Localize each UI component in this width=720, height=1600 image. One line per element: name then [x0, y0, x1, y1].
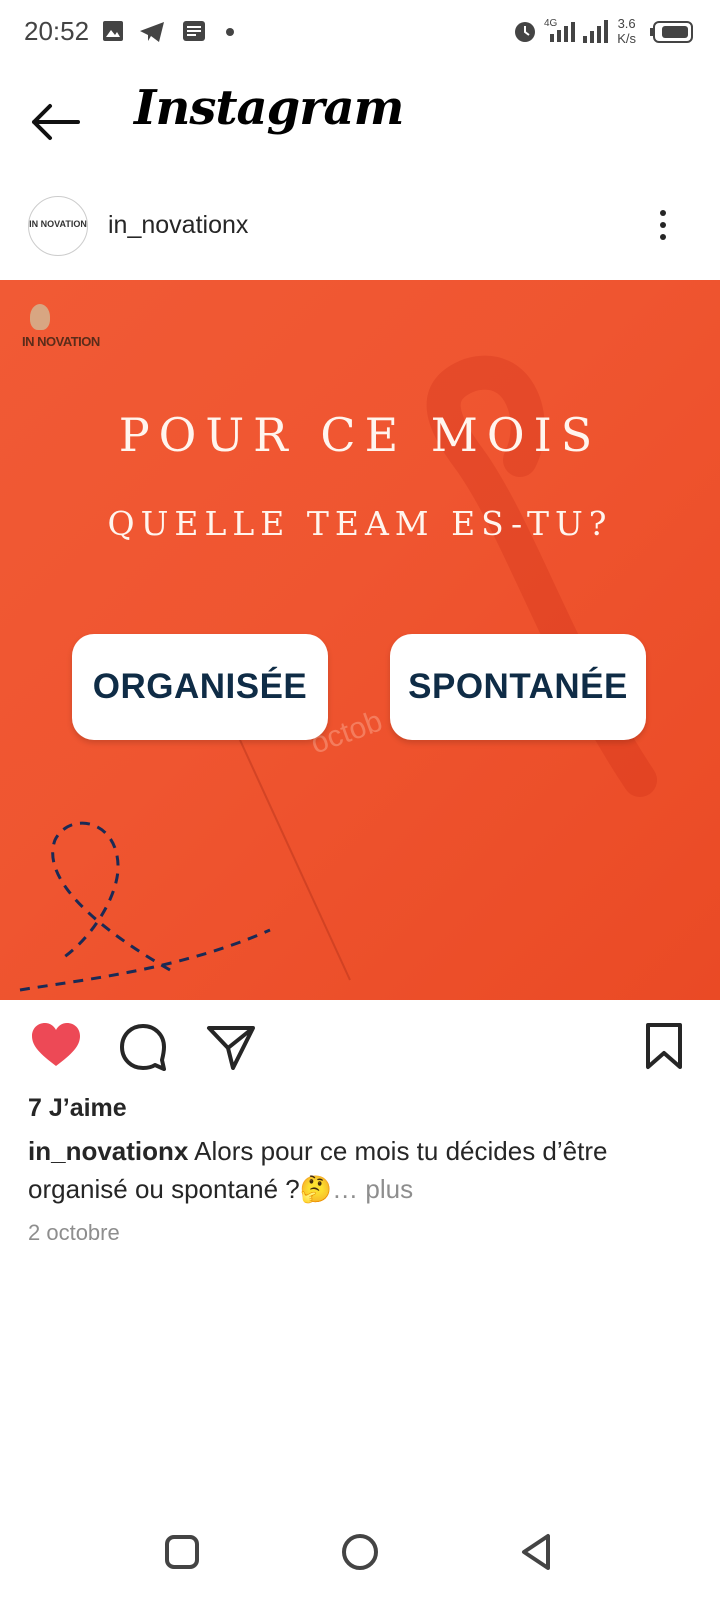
likes-count[interactable]: 7 J’aime	[28, 1094, 127, 1123]
signal-4g-icon: 4G	[544, 18, 575, 42]
app-title: Instagram	[134, 80, 404, 136]
svg-text:4G: 4G	[544, 18, 558, 29]
like-heart-icon[interactable]	[30, 1022, 82, 1068]
status-bar: 20:52 4G 3.6 K/s	[0, 0, 720, 64]
back-button[interactable]	[28, 98, 84, 146]
home-nav-icon[interactable]	[338, 1530, 382, 1574]
alarm-icon	[515, 22, 535, 42]
message-icon	[183, 21, 205, 41]
more-options-icon[interactable]	[648, 206, 678, 248]
post-username[interactable]: in_novationx	[108, 211, 248, 240]
headline-secondary: QUELLE TEAM ES-TU?	[107, 504, 613, 543]
bookmark-icon[interactable]	[644, 1022, 684, 1070]
share-send-icon[interactable]	[206, 1024, 256, 1070]
status-time: 20:52	[24, 16, 90, 46]
brand-logo: IN NOVATION	[22, 334, 100, 349]
signal-icon	[583, 20, 608, 43]
bulb-icon	[30, 304, 50, 330]
headline-primary: POUR CE MOIS	[118, 408, 602, 462]
caption-username[interactable]: in_novationx	[28, 1136, 188, 1166]
battery-icon	[650, 21, 693, 43]
post-date: 2 octobre	[28, 1220, 120, 1245]
network-speed-unit: K/s	[617, 31, 636, 46]
gallery-icon	[103, 21, 123, 41]
network-speed: 3.6 K/s	[617, 16, 636, 46]
comment-icon[interactable]	[118, 1022, 168, 1072]
caption-more-link[interactable]: … plus	[332, 1174, 413, 1204]
back-nav-icon[interactable]	[516, 1530, 560, 1574]
avatar-logo: IN NOVATION	[29, 219, 87, 229]
option-organisee: ORGANISÉE	[72, 634, 328, 740]
telegram-icon	[140, 22, 164, 42]
option-spontanee: SPONTANÉE	[390, 634, 646, 740]
network-speed-value: 3.6	[617, 16, 636, 31]
post-caption: in_novationx Alors pour ce mois tu décid…	[28, 1132, 688, 1208]
dot-icon	[226, 28, 234, 36]
avatar[interactable]: IN NOVATION	[28, 196, 88, 256]
recents-nav-icon[interactable]	[160, 1530, 204, 1574]
